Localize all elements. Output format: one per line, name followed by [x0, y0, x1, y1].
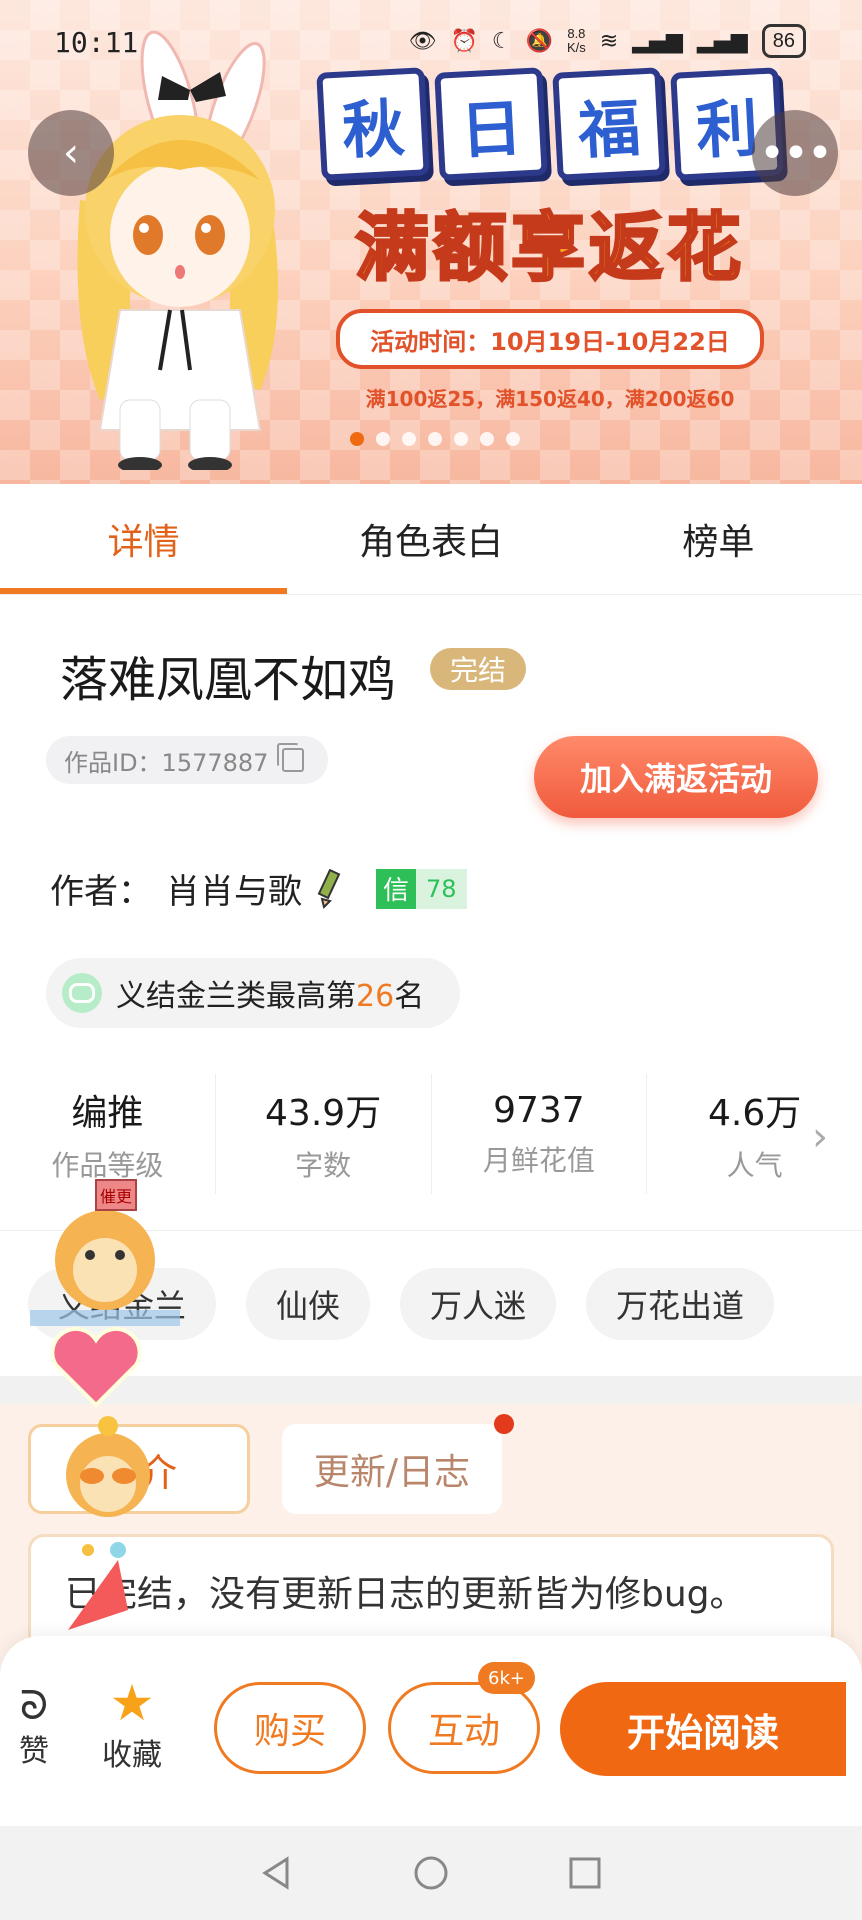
copy-icon[interactable]: [277, 743, 305, 772]
join-rebate-button[interactable]: 加入满返活动: [534, 736, 818, 818]
signal-icon: ▂▄▆: [632, 28, 683, 54]
party-popper-icon: [68, 1542, 128, 1630]
pagination-dot[interactable]: [376, 432, 390, 446]
like-button[interactable]: ᘐ 赞: [14, 1686, 54, 1770]
work-id-text: 作品ID：1577887: [64, 748, 269, 777]
star-icon: ★: [109, 1674, 155, 1732]
detail-tabs: 详情 角色表白 榜单: [0, 484, 862, 595]
battery-icon: 86: [761, 24, 806, 58]
banner-rebate-text: 满100返25，满150返40，满200返60: [365, 387, 735, 411]
promo-banner[interactable]: 10:11 👁 ⏰ ☾ 🔕 8.8 K/s ≋ ▂▄▆ ▂▄▆ 86 秋 日 福…: [0, 0, 862, 484]
alarm-icon: ⏰: [450, 28, 478, 54]
banner-title-char: 秋: [316, 67, 430, 181]
trust-tag: 信: [376, 868, 416, 909]
pagination-dot[interactable]: [428, 432, 442, 446]
rank-icon: [62, 973, 102, 1013]
banner-title-block: 秋 日 福 利 满额享返花 活动时间：10月19日-10月22日 满100返25…: [300, 67, 800, 412]
pagination-dot[interactable]: [350, 432, 364, 446]
network-speed-unit: K/s: [566, 40, 586, 55]
author-row: 作者： 肖肖与歌 信 78: [50, 864, 467, 913]
mute-icon: 🔕: [525, 28, 553, 54]
author-name[interactable]: 肖肖与歌: [166, 864, 302, 913]
favorite-button[interactable]: ★ 收藏: [92, 1676, 172, 1774]
tag-item[interactable]: 万花出道: [586, 1268, 775, 1340]
heart-sticker-icon: [50, 1326, 142, 1408]
system-nav-bar: [0, 1826, 862, 1920]
dog-cover-eyes-sticker-icon: [66, 1416, 150, 1517]
network-speed: 8.8 K/s: [567, 27, 586, 55]
book-title: 落难凤凰不如鸡: [60, 652, 397, 708]
trust-value: 78: [416, 868, 467, 909]
nav-home-icon[interactable]: [413, 1855, 449, 1891]
pagination-dot[interactable]: [402, 432, 416, 446]
favorite-label: 收藏: [102, 1738, 162, 1773]
start-reading-button[interactable]: 开始阅读: [560, 1682, 846, 1776]
banner-pagination: [350, 432, 520, 446]
pagination-dot[interactable]: [480, 432, 494, 446]
signal-icon-2: ▂▄▆: [696, 28, 748, 54]
stat-popularity: 4.6万 人气: [647, 1074, 862, 1194]
more-button[interactable]: •••: [752, 110, 838, 196]
rank-prefix: 义结金兰类最高第: [116, 979, 356, 1014]
pencil-icon: [317, 868, 341, 909]
banner-event-time: 活动时间：10月19日-10月22日: [336, 309, 764, 369]
banner-title: 秋 日 福 利: [300, 67, 800, 181]
stat-label: 人气: [726, 1149, 783, 1182]
work-id-chip[interactable]: 作品ID：1577887: [46, 736, 328, 784]
tab-character-confession[interactable]: 角色表白: [287, 484, 574, 594]
rank-text: 义结金兰类最高第26名: [116, 971, 424, 1015]
tab-details[interactable]: 详情: [0, 484, 288, 594]
tab-rankings[interactable]: 榜单: [575, 484, 862, 594]
status-badge: 完结: [430, 648, 527, 690]
author-label: 作者：: [50, 872, 152, 912]
dog-sticker-icon: 催更: [30, 1179, 180, 1326]
interact-count-badge: 6k+: [478, 1662, 535, 1694]
notification-dot: [494, 1414, 514, 1434]
eye-icon: 👁: [408, 28, 437, 54]
pagination-dot[interactable]: [506, 432, 520, 446]
stat-label: 月鲜花值: [482, 1143, 595, 1177]
thumb-up-icon: ᘐ: [19, 1683, 49, 1729]
like-label: 赞: [19, 1734, 49, 1769]
pagination-dot[interactable]: [454, 432, 468, 446]
back-arrow-icon: ‹: [63, 130, 79, 176]
stat-monthly-flowers: 9737 月鲜花值: [432, 1074, 648, 1194]
trust-score: 信 78: [376, 868, 467, 909]
stat-word-count: 43.9万 字数: [216, 1074, 432, 1194]
interact-button[interactable]: 互动: [388, 1682, 540, 1774]
banner-subtitle: 满额享返花: [354, 204, 745, 293]
banner-character-illustration: [77, 30, 278, 470]
banner-title-char: 日: [434, 67, 548, 181]
rank-number: 26: [356, 979, 395, 1014]
buy-button[interactable]: 购买: [214, 1682, 366, 1774]
stat-label: 字数: [295, 1149, 352, 1182]
tag-item[interactable]: 万人迷: [400, 1268, 557, 1340]
stat-value: 9737: [493, 1089, 585, 1131]
rank-suffix: 名: [394, 979, 425, 1014]
tab-update-log[interactable]: 更新/日志: [282, 1424, 502, 1514]
chevron-right-icon[interactable]: ›: [812, 1114, 828, 1160]
stat-value: 43.9万: [265, 1093, 382, 1134]
tag-item[interactable]: 仙侠: [246, 1268, 371, 1340]
nav-back-icon[interactable]: [259, 1855, 295, 1891]
nav-recent-apps-icon[interactable]: [567, 1855, 603, 1891]
network-speed-value: 8.8: [567, 26, 586, 41]
more-dots-icon: •••: [759, 127, 833, 179]
stat-value: 编推: [71, 1093, 144, 1134]
status-time: 10:11: [54, 26, 139, 59]
wifi-icon: ≋: [599, 28, 619, 54]
stat-value: 4.6万: [707, 1093, 802, 1134]
back-button[interactable]: ‹: [28, 110, 114, 196]
svg-text:催更: 催更: [100, 1187, 132, 1206]
moon-icon: ☾: [491, 28, 512, 54]
banner-title-char: 福: [552, 67, 666, 181]
category-rank-chip[interactable]: 义结金兰类最高第26名: [46, 958, 460, 1028]
status-icons: 👁 ⏰ ☾ 🔕 8.8 K/s ≋ ▂▄▆ ▂▄▆ 86: [408, 24, 806, 58]
